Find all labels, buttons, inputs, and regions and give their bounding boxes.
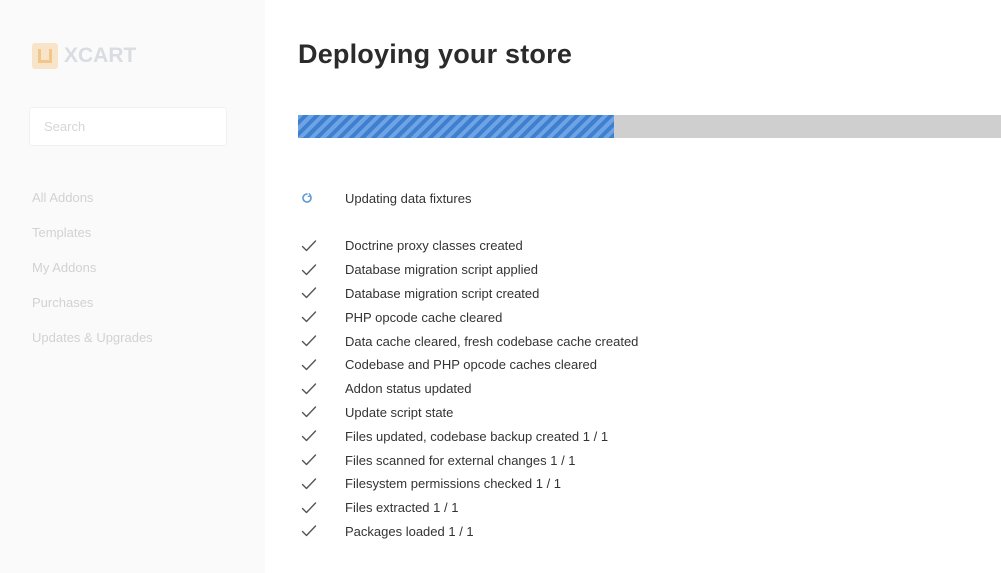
step-label: Packages loaded 1 / 1	[345, 523, 474, 539]
check-icon	[301, 334, 317, 348]
logo-text: XCART	[64, 44, 137, 67]
list-item: Files scanned for external changes 1 / 1	[301, 448, 638, 472]
step-label: Doctrine proxy classes created	[345, 238, 523, 254]
list-item: Database migration script applied	[301, 258, 638, 282]
check-icon	[301, 358, 317, 372]
check-icon	[301, 263, 317, 277]
search-input[interactable]	[30, 108, 214, 145]
step-label: Files scanned for external changes 1 / 1	[345, 452, 576, 468]
check-icon	[301, 382, 317, 396]
app-window: XCART All Addons Templates My Addons Pur…	[0, 0, 1001, 573]
list-item: Data cache cleared, fresh codebase cache…	[301, 329, 638, 353]
search-box	[30, 108, 226, 145]
sidebar-nav: All Addons Templates My Addons Purchases…	[32, 188, 153, 363]
step-label: Codebase and PHP opcode caches cleared	[345, 357, 597, 373]
sidebar: XCART All Addons Templates My Addons Pur…	[0, 0, 265, 573]
step-label: Database migration script applied	[345, 262, 538, 278]
check-icon	[301, 524, 317, 538]
step-label: Filesystem permissions checked 1 / 1	[345, 476, 562, 492]
step-label: Addon status updated	[345, 381, 472, 397]
check-icon	[301, 429, 317, 443]
sidebar-item-all-addons[interactable]: All Addons	[32, 188, 153, 223]
check-icon	[301, 405, 317, 419]
xcart-logo-icon	[32, 43, 58, 69]
check-icon	[301, 310, 317, 324]
list-item: Database migration script created	[301, 282, 638, 306]
list-item: Doctrine proxy classes created	[301, 234, 638, 258]
progress-bar	[298, 115, 1001, 138]
check-icon	[301, 477, 317, 491]
step-label: Data cache cleared, fresh codebase cache…	[345, 333, 639, 349]
spinner-icon	[301, 188, 313, 208]
list-item: Filesystem permissions checked 1 / 1	[301, 472, 638, 496]
list-item: Codebase and PHP opcode caches cleared	[301, 353, 638, 377]
sidebar-item-purchases[interactable]: Purchases	[32, 293, 153, 328]
sidebar-item-my-addons[interactable]: My Addons	[32, 258, 153, 293]
check-icon	[301, 453, 317, 467]
page-title: Deploying your store	[298, 39, 573, 69]
step-label: Update script state	[345, 404, 454, 420]
list-item: Files updated, codebase backup created 1…	[301, 424, 638, 448]
step-label: Database migration script created	[345, 285, 540, 301]
list-item: Update script state	[301, 401, 638, 425]
current-step-label: Updating data fixtures	[345, 190, 472, 206]
check-icon	[301, 501, 317, 515]
list-item: Addon status updated	[301, 377, 638, 401]
list-item: PHP opcode cache cleared	[301, 305, 638, 329]
logo[interactable]: XCART	[32, 42, 136, 70]
check-icon	[301, 286, 317, 300]
progress-fill	[298, 115, 615, 138]
list-item: Packages loaded 1 / 1	[301, 520, 638, 544]
list-item: Files extracted 1 / 1	[301, 496, 638, 520]
sidebar-item-templates[interactable]: Templates	[32, 223, 153, 258]
step-label: Files updated, codebase backup created 1…	[345, 428, 609, 444]
check-icon	[301, 239, 317, 253]
sidebar-item-updates-upgrades[interactable]: Updates & Upgrades	[32, 328, 153, 363]
completed-steps-list: Doctrine proxy classes created Database m…	[301, 234, 638, 543]
current-step: Updating data fixtures	[301, 188, 471, 208]
step-label: Files extracted 1 / 1	[345, 500, 459, 516]
step-label: PHP opcode cache cleared	[345, 309, 503, 325]
main-content: Deploying your store Updating data fixtu…	[298, 0, 1001, 573]
